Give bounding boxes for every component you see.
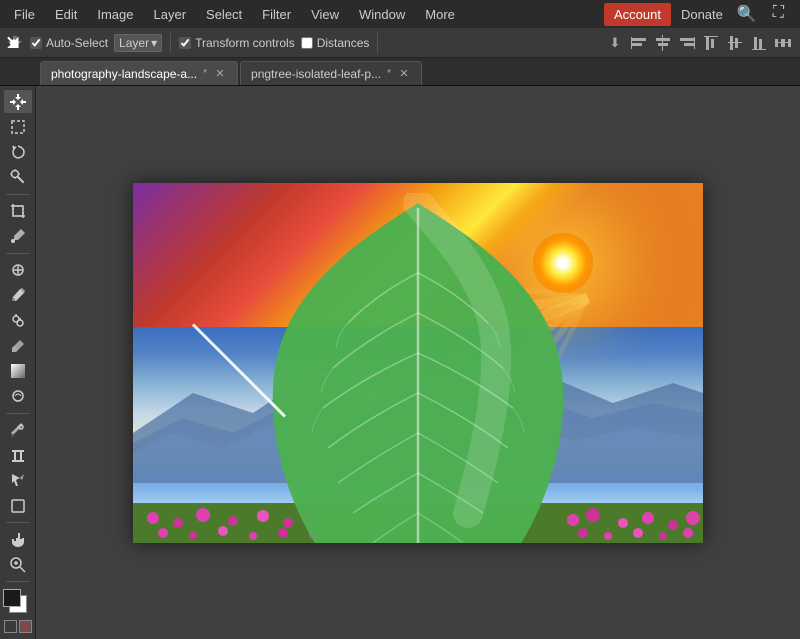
menu-filter[interactable]: Filter <box>252 3 301 26</box>
auto-select-label: Auto-Select <box>46 36 108 50</box>
menu-image[interactable]: Image <box>87 3 143 26</box>
document-tabs: photography-landscape-a... * ✕ pngtree-i… <box>0 58 800 86</box>
brush-tool[interactable] <box>4 284 32 307</box>
gradient-tool[interactable] <box>4 359 32 382</box>
zoom-tool[interactable] <box>4 553 32 576</box>
tool-separator-4 <box>6 522 30 523</box>
tab-landscape-close[interactable]: ✕ <box>213 67 227 81</box>
tool-separator-5 <box>6 581 30 582</box>
align-bottom-icon[interactable] <box>748 32 770 54</box>
canvas-area[interactable] <box>36 86 800 639</box>
foreground-color-swatch[interactable] <box>3 589 21 607</box>
eraser-tool[interactable] <box>4 334 32 357</box>
path-select-tool[interactable] <box>4 469 32 492</box>
menu-view[interactable]: View <box>301 3 349 26</box>
options-toolbar: Auto-Select Layer ▾ Transform controls D… <box>0 28 800 58</box>
distances-checkbox[interactable] <box>301 37 313 49</box>
tab-landscape-label: photography-landscape-a... <box>51 67 197 81</box>
auto-select-group: Auto-Select <box>30 36 108 50</box>
move-cursor-icon <box>6 34 24 52</box>
menu-donate[interactable]: Donate <box>671 3 733 26</box>
menu-layer[interactable]: Layer <box>144 3 197 26</box>
transform-controls-group: Transform controls <box>179 36 295 50</box>
tool-separator-3 <box>6 413 30 414</box>
document-canvas[interactable] <box>133 183 703 543</box>
align-top-icon[interactable] <box>700 32 722 54</box>
transform-controls-label: Transform controls <box>195 36 295 50</box>
align-icons: ⬇ <box>604 32 794 54</box>
distances-label: Distances <box>317 36 370 50</box>
separator-1 <box>170 33 171 53</box>
menu-window[interactable]: Window <box>349 3 415 26</box>
tab-landscape[interactable]: photography-landscape-a... * ✕ <box>40 61 238 85</box>
tab-leaf-label: pngtree-isolated-leaf-p... <box>251 67 381 81</box>
transform-controls-checkbox[interactable] <box>179 37 191 49</box>
clone-tool[interactable] <box>4 309 32 332</box>
auto-select-checkbox[interactable] <box>30 37 42 49</box>
tab-landscape-modified: * <box>203 68 207 79</box>
menu-file[interactable]: File <box>4 3 45 26</box>
hand-tool[interactable] <box>4 528 32 551</box>
separator-2 <box>377 33 378 53</box>
quick-mask-mode[interactable] <box>19 620 32 633</box>
toolbox <box>0 86 36 639</box>
search-icon[interactable]: 🔍 <box>733 2 761 26</box>
menu-bar: File Edit Image Layer Select Filter View… <box>0 0 800 28</box>
main-area <box>0 86 800 639</box>
standard-mode[interactable] <box>4 620 17 633</box>
tab-leaf-modified: * <box>387 68 391 79</box>
distances-group: Distances <box>301 36 370 50</box>
menu-edit[interactable]: Edit <box>45 3 87 26</box>
align-right-icon[interactable] <box>676 32 698 54</box>
move-tool[interactable] <box>4 90 32 113</box>
align-center-icon[interactable] <box>652 32 674 54</box>
lasso-tool[interactable] <box>4 140 32 163</box>
mode-buttons <box>4 620 32 633</box>
dodge-tool[interactable] <box>4 385 32 408</box>
tool-separator-2 <box>6 253 30 254</box>
menu-select[interactable]: Select <box>196 3 252 26</box>
menu-more[interactable]: More <box>415 3 465 26</box>
distribute-h-icon[interactable] <box>772 32 794 54</box>
tab-leaf-close[interactable]: ✕ <box>397 67 411 81</box>
fullscreen-icon[interactable]: ⛶ <box>769 2 788 26</box>
heal-tool[interactable] <box>4 259 32 282</box>
crop-tool[interactable] <box>4 200 32 223</box>
align-middle-icon[interactable] <box>724 32 746 54</box>
eyedropper-tool[interactable] <box>4 225 32 248</box>
marquee-tool[interactable] <box>4 115 32 138</box>
leaf-svg <box>248 193 588 543</box>
magic-wand-tool[interactable] <box>4 166 32 189</box>
tool-separator-1 <box>6 194 30 195</box>
layer-dropdown[interactable]: Layer ▾ <box>114 34 162 52</box>
color-swatches[interactable] <box>3 589 33 614</box>
download-icon[interactable]: ⬇ <box>604 32 626 54</box>
type-tool[interactable] <box>4 444 32 467</box>
pen-tool[interactable] <box>4 419 32 442</box>
menu-account[interactable]: Account <box>604 3 671 26</box>
shape-tool[interactable] <box>4 494 32 517</box>
tab-leaf[interactable]: pngtree-isolated-leaf-p... * ✕ <box>240 61 422 85</box>
align-left-icon[interactable] <box>628 32 650 54</box>
